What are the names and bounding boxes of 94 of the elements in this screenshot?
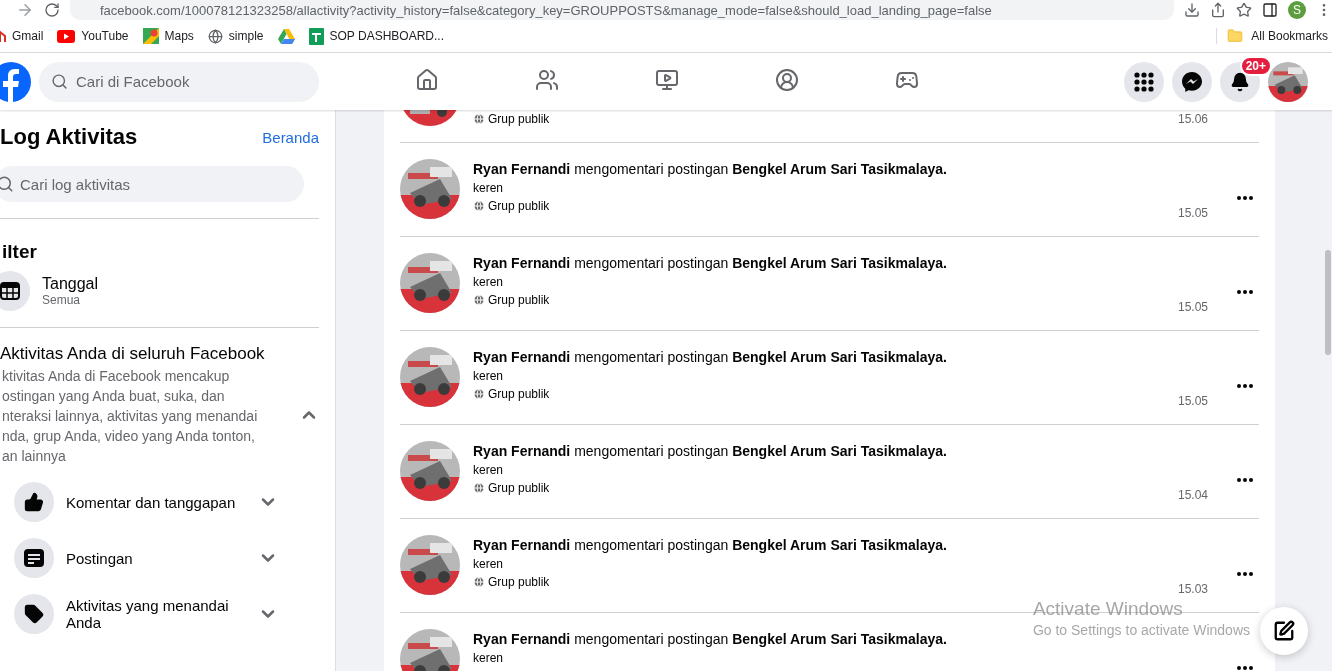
more-icon (1237, 195, 1253, 200)
activity-text: Ryan Fernandi mengomentari postingan Bengkel Arum Sari Tasikmalaya. (473, 349, 948, 365)
new-message-button[interactable] (1260, 607, 1308, 655)
bookmark-link[interactable]: SOP DASHBOARD... (308, 27, 444, 45)
privacy-label: Grup publik (488, 387, 550, 401)
comment-text: keren (473, 557, 505, 571)
menu-button[interactable] (1124, 61, 1164, 102)
search-field[interactable]: Cari di Facebook (39, 61, 319, 102)
forward-icon[interactable] (16, 1, 34, 19)
messenger-button[interactable] (1172, 61, 1212, 102)
activity-text: Ryan Fernandi mengomentari postingan Bengkel Arum Sari Tasikmalaya. (473, 255, 948, 271)
comment-text: keren (473, 463, 505, 477)
search-icon (51, 73, 68, 90)
privacy-label: Grup publik (488, 199, 550, 213)
privacy-label: Grup publik (488, 575, 550, 589)
home-link[interactable]: Beranda (262, 128, 319, 146)
comment-text: keren (473, 275, 505, 289)
globe-icon (473, 200, 485, 212)
logo-icon[interactable] (0, 61, 31, 102)
filter-value: Semua (42, 293, 82, 307)
comment-text: keren (473, 181, 505, 195)
messenger-icon (1181, 70, 1203, 93)
category-label[interactable]: Aktivitas yang menandai Anda (66, 597, 246, 631)
groups-icon (775, 68, 799, 92)
globe-icon (473, 113, 485, 125)
section-heading: ilter (2, 241, 38, 263)
activity-time: 15.05 (1178, 206, 1210, 220)
globe-icon (473, 576, 485, 588)
bookmark-link[interactable] (277, 28, 295, 44)
bookmark-link[interactable]: YouTube (57, 29, 129, 43)
side-panel-icon[interactable] (1262, 2, 1278, 18)
bookmark-link[interactable]: Gmail (0, 29, 44, 43)
notification-badge: 20+ (1239, 55, 1272, 76)
activity-text: Ryan Fernandi mengomentari postingan Bengkel Arum Sari Tasikmalaya. (473, 161, 948, 177)
sheet-icon (308, 27, 324, 45)
reload-icon[interactable] (44, 2, 60, 18)
bookmark-link[interactable]: simple (207, 28, 264, 44)
activity-time: 15.03 (1178, 582, 1210, 596)
activation-title: Activate Windows (1032, 598, 1184, 620)
globe-icon (473, 388, 485, 400)
page-title: Log Aktivitas (0, 124, 138, 150)
comment-text: keren (473, 369, 505, 383)
all-bookmarks-button[interactable]: All Bookmarks (1216, 28, 1328, 44)
more-icon (1237, 289, 1253, 294)
folder-icon (1227, 28, 1244, 44)
more-icon (1237, 477, 1253, 482)
video-icon (655, 68, 679, 92)
tag-icon (24, 604, 44, 624)
more-icon (1237, 383, 1253, 388)
post-icon (24, 549, 44, 567)
category-icon-background[interactable] (14, 594, 54, 634)
search-field[interactable]: Cari log aktivitas (0, 166, 304, 202)
category-label[interactable]: Postingan (66, 549, 246, 567)
filter-label[interactable]: Tanggal (42, 275, 99, 293)
drive-icon (277, 28, 295, 44)
map-icon (142, 28, 159, 44)
globe-icon (473, 294, 485, 306)
home-icon (415, 68, 439, 92)
category-label[interactable]: Komentar dan tanggapan (66, 493, 246, 511)
play-icon (57, 29, 76, 43)
category-icon-background[interactable] (14, 482, 54, 522)
install-icon[interactable] (1184, 2, 1200, 18)
compose-icon (1273, 620, 1295, 642)
section-description: ktivitas Anda di Facebook mencakup ostingan yang Anda buat, suka, dan nteraksi lainnya, aktivitas yang menandai nda, grup Anda, video yang Anda tonton, an lainnya (2, 367, 258, 466)
privacy-label: Grup publik (488, 293, 550, 307)
globe-icon (207, 28, 223, 44)
category-icon-background[interactable] (14, 538, 54, 578)
bookmark-link[interactable]: Maps (142, 28, 194, 44)
calendar-icon (0, 282, 20, 300)
thumbs-up-icon (24, 492, 44, 512)
activity-time: 15.05 (1178, 394, 1210, 408)
activation-subtitle: Go to Settings to activate Windows (1032, 622, 1250, 638)
bookmark-star-icon[interactable] (1236, 2, 1252, 18)
address-bar[interactable]: facebook.com/100078121323258/allactivity?activity_history=false&category_key=GROUPPOSTS&manage_mode=false&should_load_landing_page=false (70, 0, 1174, 20)
friends-icon (535, 68, 559, 92)
more-icon (1237, 665, 1253, 670)
mail-icon (0, 30, 6, 42)
share-icon[interactable] (1210, 2, 1226, 18)
activity-time: 15.06 (1178, 112, 1210, 126)
bell-icon (1230, 71, 1250, 92)
globe-icon (473, 482, 485, 494)
privacy-label: Grup publik (488, 481, 550, 495)
filter-icon-background[interactable] (0, 271, 30, 311)
activity-text: Ryan Fernandi mengomentari postingan Bengkel Arum Sari Tasikmalaya. (473, 537, 948, 553)
privacy-label: Grup publik (488, 112, 550, 126)
comment-text: keren (473, 651, 505, 665)
grid-icon (1134, 71, 1154, 92)
more-icon (1237, 571, 1253, 576)
activity-time: 15.04 (1178, 488, 1210, 502)
activity-text: Ryan Fernandi mengomentari postingan Bengkel Arum Sari Tasikmalaya. (473, 443, 948, 459)
section-title[interactable]: Aktivitas Anda di seluruh Facebook (0, 344, 319, 364)
scrollbar-thumb[interactable] (1325, 250, 1331, 355)
activity-time: 15.05 (1178, 300, 1210, 314)
search-icon (0, 175, 14, 193)
